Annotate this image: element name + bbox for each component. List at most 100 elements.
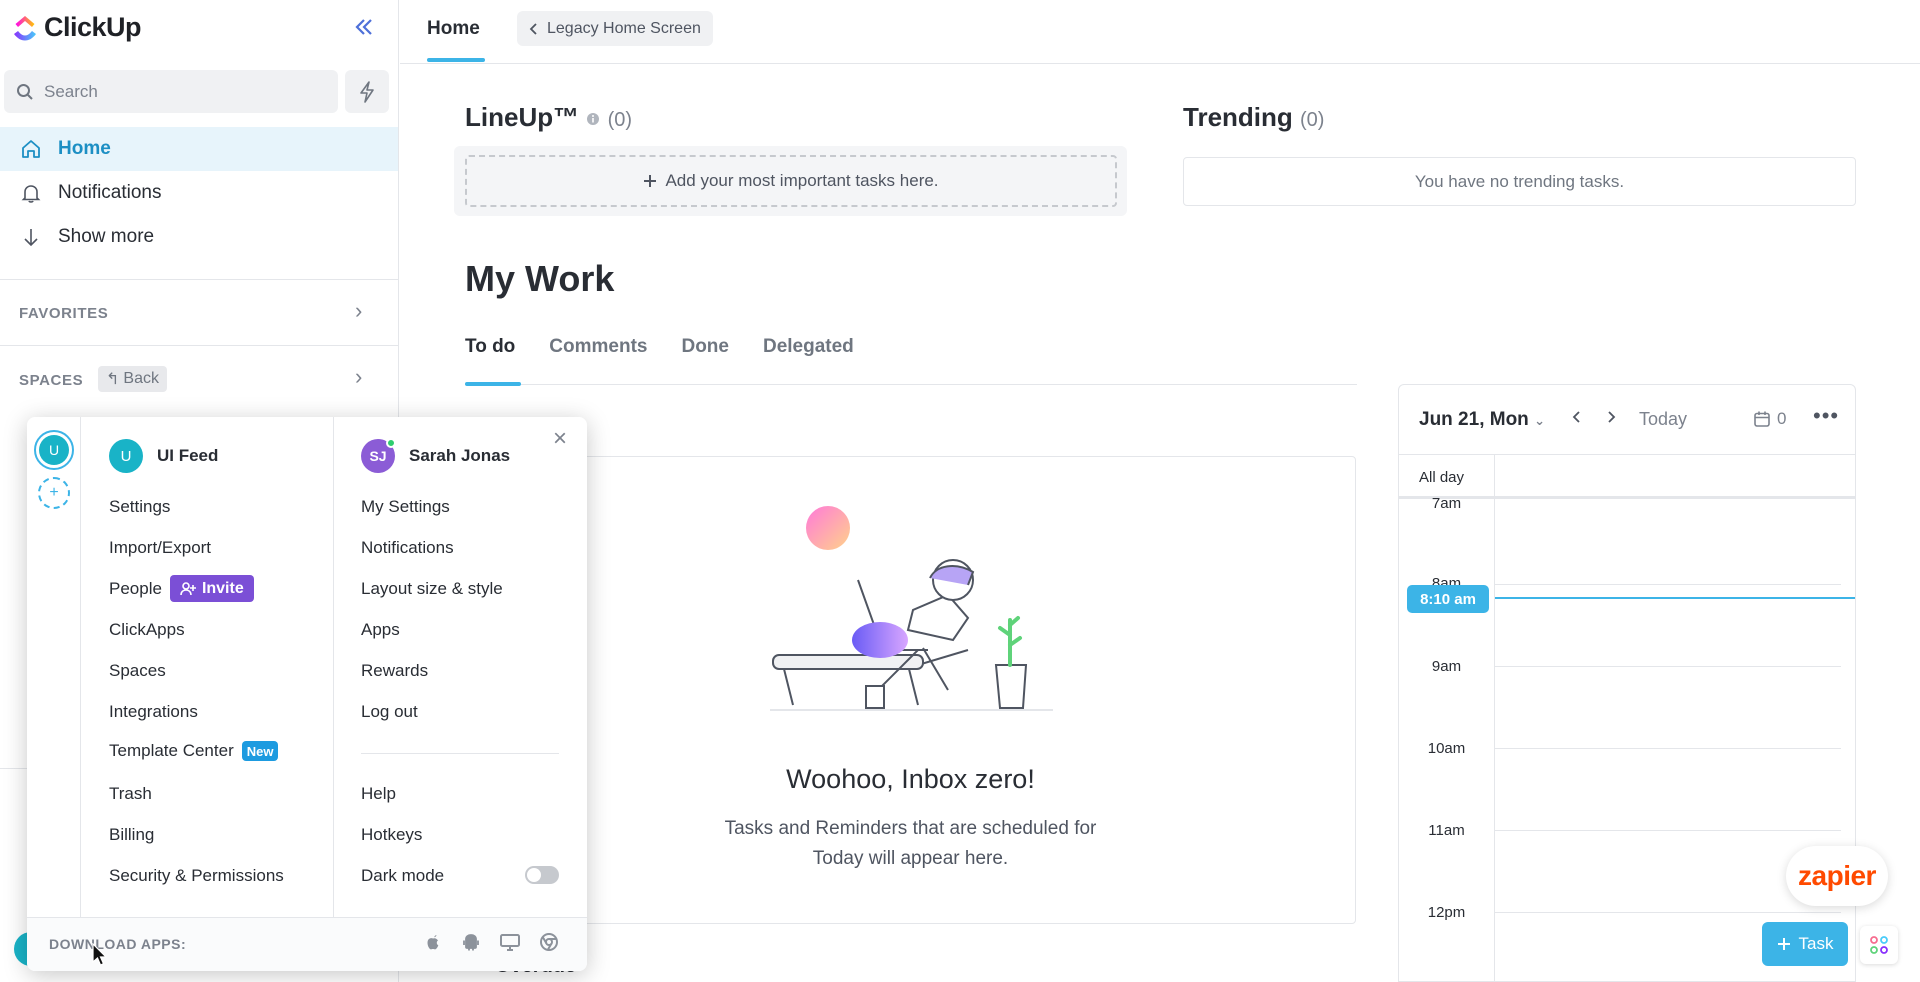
my-work-tabs: To do Comments Done Delegated [465, 336, 854, 358]
menu-item-security-permissions[interactable]: Security & Permissions [109, 866, 284, 886]
trending-empty-box: You have no trending tasks. [1183, 157, 1856, 206]
zapier-button[interactable]: zapier [1786, 846, 1888, 906]
menu-item-rewards[interactable]: Rewards [361, 661, 428, 681]
menu-item-label: Help [361, 784, 396, 803]
trending-count: (0) [1300, 109, 1325, 131]
inbox-zero-title: Woohoo, Inbox zero! [786, 764, 1035, 794]
previous-day-icon[interactable] [1571, 410, 1583, 424]
home-icon [22, 140, 40, 158]
menu-item-billing[interactable]: Billing [109, 825, 154, 845]
menu-item-label: Spaces [109, 661, 166, 680]
workspace-avatar-selected[interactable]: U [34, 430, 74, 470]
sidebar-item-label: Notifications [58, 182, 162, 203]
clickup-logo[interactable]: ClickUp [12, 12, 142, 43]
add-task-label: Task [1798, 934, 1834, 953]
add-workspace-button[interactable]: + [38, 477, 70, 509]
current-time-badge: 8:10 am [1407, 585, 1489, 613]
clickup-logo-icon [14, 15, 36, 40]
hour-label: 10am [1427, 740, 1466, 757]
calendar-icon [1754, 411, 1770, 427]
logo-text: ClickUp [44, 12, 142, 42]
bolt-icon [360, 80, 374, 103]
chrome-icon[interactable] [539, 932, 559, 952]
more-options-icon[interactable]: ••• [1813, 403, 1839, 429]
menu-item-help[interactable]: Help [361, 784, 396, 804]
menu-item-dark-mode: Dark mode [361, 866, 444, 886]
favorites-header[interactable]: FAVORITES [19, 305, 108, 322]
menu-item-notifications[interactable]: Notifications [361, 538, 454, 558]
hour-line [1495, 666, 1841, 667]
sidebar-item-home[interactable]: Home [0, 127, 398, 171]
tab-home[interactable]: Home [427, 18, 480, 40]
menu-item-template-center[interactable]: Template Center New [109, 741, 279, 761]
dark-mode-toggle[interactable] [525, 866, 559, 884]
add-user-icon [180, 581, 196, 595]
apps-grid-button[interactable] [1860, 926, 1898, 964]
all-day-row: All day [1399, 455, 1855, 499]
sidebar-item-show-more[interactable]: Show more [0, 215, 398, 259]
hour-label: 9am [1431, 658, 1462, 675]
chevron-right-icon[interactable]: › [355, 298, 362, 324]
plus-icon [1777, 938, 1790, 950]
calendar-nav [1571, 407, 1617, 430]
desktop-icon[interactable] [499, 932, 521, 952]
menu-item-people[interactable]: People Invite [109, 575, 254, 602]
top-bar: Home Legacy Home Screen [400, 0, 1920, 64]
menu-item-clickapps[interactable]: ClickApps [109, 620, 185, 640]
spaces-header[interactable]: SPACES [19, 372, 83, 389]
tab-to-do[interactable]: To do [465, 336, 515, 358]
menu-item-label: Billing [109, 825, 155, 844]
trending-title: Trending (0) [1183, 102, 1324, 133]
menu-item-label: Integrations [109, 702, 198, 721]
menu-item-trash[interactable]: Trash [109, 784, 152, 804]
apple-icon[interactable] [423, 932, 443, 952]
search-placeholder: Search [44, 81, 98, 101]
calendar-task-count[interactable]: 0 [1753, 409, 1786, 429]
back-button[interactable]: ↰ Back [98, 366, 167, 392]
tab-underline [427, 58, 485, 62]
collapse-sidebar-button[interactable] [350, 16, 378, 44]
menu-item-apps[interactable]: Apps [361, 620, 400, 640]
inbox-zero-subtitle: Tasks and Reminders that are scheduled f… [575, 814, 1246, 874]
add-lineup-label: Add your most important tasks here. [665, 171, 939, 190]
user-name: Sarah Jonas [409, 446, 511, 465]
chevron-right-icon[interactable]: › [355, 364, 362, 390]
close-icon[interactable]: × [553, 425, 567, 453]
menu-separator [361, 753, 559, 754]
hour-line [1495, 912, 1841, 913]
tab-done[interactable]: Done [681, 336, 729, 358]
hour-line [1495, 584, 1841, 585]
menu-item-label: My Settings [361, 497, 450, 516]
today-button[interactable]: Today [1639, 409, 1687, 430]
legacy-home-button[interactable]: Legacy Home Screen [517, 11, 713, 46]
invite-button[interactable]: Invite [169, 575, 254, 602]
calendar-date-picker[interactable]: Jun 21, Mon ⌄ [1419, 409, 1545, 431]
workspace-initial: U [39, 435, 69, 465]
sidebar-item-label: Show more [58, 226, 155, 247]
menu-item-my-settings[interactable]: My Settings [361, 497, 450, 517]
calendar-count-value: 0 [1777, 409, 1787, 428]
tab-comments[interactable]: Comments [549, 336, 647, 358]
menu-item-layout[interactable]: Layout size & style [361, 579, 503, 599]
android-icon[interactable] [461, 932, 481, 952]
menu-item-log-out[interactable]: Log out [361, 702, 418, 722]
inbox-zero-sub-line-2: Today will appear here. [812, 848, 1009, 869]
tab-delegated[interactable]: Delegated [763, 336, 854, 358]
hour-label: 12pm [1427, 904, 1466, 921]
next-day-icon[interactable] [1605, 410, 1617, 424]
quick-actions-button[interactable] [345, 70, 389, 113]
workspace-user-menu: U + × U UI Feed Settings Import/Export P… [27, 417, 587, 971]
plus-icon [644, 175, 657, 187]
menu-item-settings[interactable]: Settings [109, 497, 170, 517]
add-lineup-task-button[interactable]: Add your most important tasks here. [465, 155, 1117, 207]
lineup-title: LineUp™ (0) [465, 102, 632, 133]
menu-item-hotkeys[interactable]: Hotkeys [361, 825, 422, 845]
info-icon[interactable] [586, 112, 600, 126]
workspace-header: U UI Feed [109, 439, 218, 473]
menu-item-integrations[interactable]: Integrations [109, 702, 198, 722]
menu-item-spaces[interactable]: Spaces [109, 661, 166, 681]
sidebar-item-notifications[interactable]: Notifications [0, 171, 398, 215]
add-task-button[interactable]: Task [1762, 922, 1848, 966]
menu-item-import-export[interactable]: Import/Export [109, 538, 211, 558]
search-input[interactable]: Search [4, 70, 338, 113]
